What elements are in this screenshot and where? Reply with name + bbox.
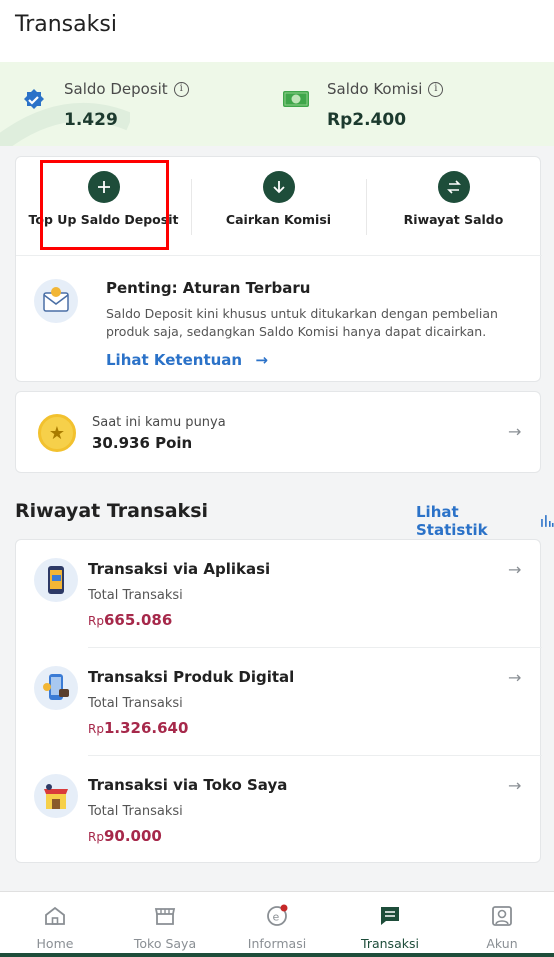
cairkan-komisi-label: Cairkan Komisi — [225, 212, 332, 227]
transaksi-amount: Rp90.000 — [88, 827, 162, 845]
arrow-right-icon: → — [255, 351, 268, 369]
arrow-right-icon: → — [508, 422, 522, 441]
poin-value: 30.936 Poin — [92, 434, 193, 452]
notice-title: Penting: Aturan Terbaru — [106, 279, 311, 297]
saldo-banner: Saldo Deposit i 1.429 Saldo Komisi i Rp2.4… — [0, 62, 554, 146]
transaksi-title: Transaksi via Aplikasi — [88, 560, 271, 578]
arrow-right-icon: → — [508, 668, 522, 687]
notice-body: Saldo Deposit kini khusus untuk ditukark… — [106, 306, 498, 339]
star-coin-icon: ★ — [38, 414, 76, 452]
swap-icon — [437, 171, 470, 203]
lihat-ketentuan-link[interactable]: Lihat Ketentuan → — [106, 351, 268, 369]
nav-toko-saya[interactable]: Toko Saya — [110, 892, 220, 957]
digital-product-icon — [34, 666, 78, 710]
highlight-box — [40, 160, 169, 250]
nav-akun[interactable]: Akun — [447, 892, 554, 957]
store-icon — [154, 908, 176, 925]
nav-label: Home — [36, 936, 74, 951]
bottom-navigation: Home Toko Saya e Informasi Transaksi Aku… — [0, 891, 554, 957]
home-icon — [45, 906, 65, 925]
app-bar: Transaksi — [0, 0, 554, 62]
transaksi-subtitle: Total Transaksi — [88, 804, 183, 819]
saldo-komisi[interactable]: Saldo Komisi i Rp2.400 — [282, 80, 444, 130]
nav-label: Informasi — [247, 936, 307, 951]
phone-app-icon — [34, 558, 78, 602]
list-item[interactable]: Transaksi via Aplikasi Total Transaksi R… — [16, 540, 542, 648]
poin-caption: Saat ini kamu punya — [92, 415, 226, 430]
info-icon[interactable]: i — [428, 81, 444, 97]
verified-badge-icon — [24, 89, 44, 109]
arrow-down-icon — [262, 171, 295, 203]
list-item[interactable]: Transaksi Produk Digital Total Transaksi… — [16, 648, 542, 756]
cairkan-komisi-button[interactable]: Cairkan Komisi — [191, 157, 366, 255]
info-icon: e — [267, 904, 288, 926]
transaksi-amount: Rp665.086 — [88, 611, 173, 629]
arrow-right-icon: → — [508, 776, 522, 795]
shop-icon — [34, 774, 78, 818]
arrow-right-icon: → — [508, 560, 522, 579]
riwayat-saldo-button[interactable]: Riwayat Saldo — [366, 157, 541, 255]
saldo-deposit-label: Saldo Deposit — [64, 80, 168, 98]
actions-card: Top Up Saldo Deposit Cairkan Komisi Riwa… — [15, 156, 542, 382]
envelope-icon — [34, 279, 78, 323]
list-item[interactable]: Transaksi via Toko Saya Total Transaksi … — [16, 756, 542, 864]
transaksi-amount: Rp1.326.640 — [88, 719, 189, 737]
saldo-deposit[interactable]: Saldo Deposit i 1.429 — [22, 80, 189, 130]
receipt-icon — [381, 907, 399, 925]
nav-home[interactable]: Home — [0, 892, 110, 957]
account-icon — [492, 906, 512, 926]
transaksi-subtitle: Total Transaksi — [88, 696, 183, 711]
nav-label: Akun — [486, 936, 518, 951]
lihat-ketentuan-label: Lihat Ketentuan — [106, 351, 243, 369]
saldo-komisi-label: Saldo Komisi — [327, 80, 423, 98]
saldo-deposit-value: 1.429 — [64, 110, 118, 130]
svg-text:e: e — [273, 911, 280, 924]
divider — [16, 255, 542, 256]
transaksi-list: Transaksi via Aplikasi Total Transaksi R… — [15, 539, 542, 864]
nav-label: Toko Saya — [133, 936, 197, 951]
saldo-komisi-value: Rp2.400 — [327, 110, 407, 130]
lihat-statistik-link[interactable]: Lihat Statistik — [416, 503, 554, 539]
lihat-statistik-label: Lihat Statistik — [416, 503, 488, 539]
nav-informasi[interactable]: e Informasi — [222, 892, 332, 957]
stats-icon — [541, 515, 554, 527]
transaksi-subtitle: Total Transaksi — [88, 588, 183, 603]
page-title: Transaksi — [15, 12, 117, 37]
riwayat-title: Riwayat Transaksi — [15, 500, 209, 522]
nav-transaksi[interactable]: Transaksi — [335, 892, 445, 957]
money-icon — [283, 91, 309, 107]
system-nav-bar — [0, 953, 554, 957]
nav-label: Transaksi — [361, 936, 419, 951]
riwayat-saldo-label: Riwayat Saldo — [403, 212, 504, 227]
transaksi-title: Transaksi Produk Digital — [88, 668, 295, 686]
info-icon[interactable]: i — [173, 81, 189, 97]
transaksi-title: Transaksi via Toko Saya — [88, 776, 288, 794]
poin-card[interactable]: ★ Saat ini kamu punya 30.936 Poin → — [15, 391, 541, 473]
